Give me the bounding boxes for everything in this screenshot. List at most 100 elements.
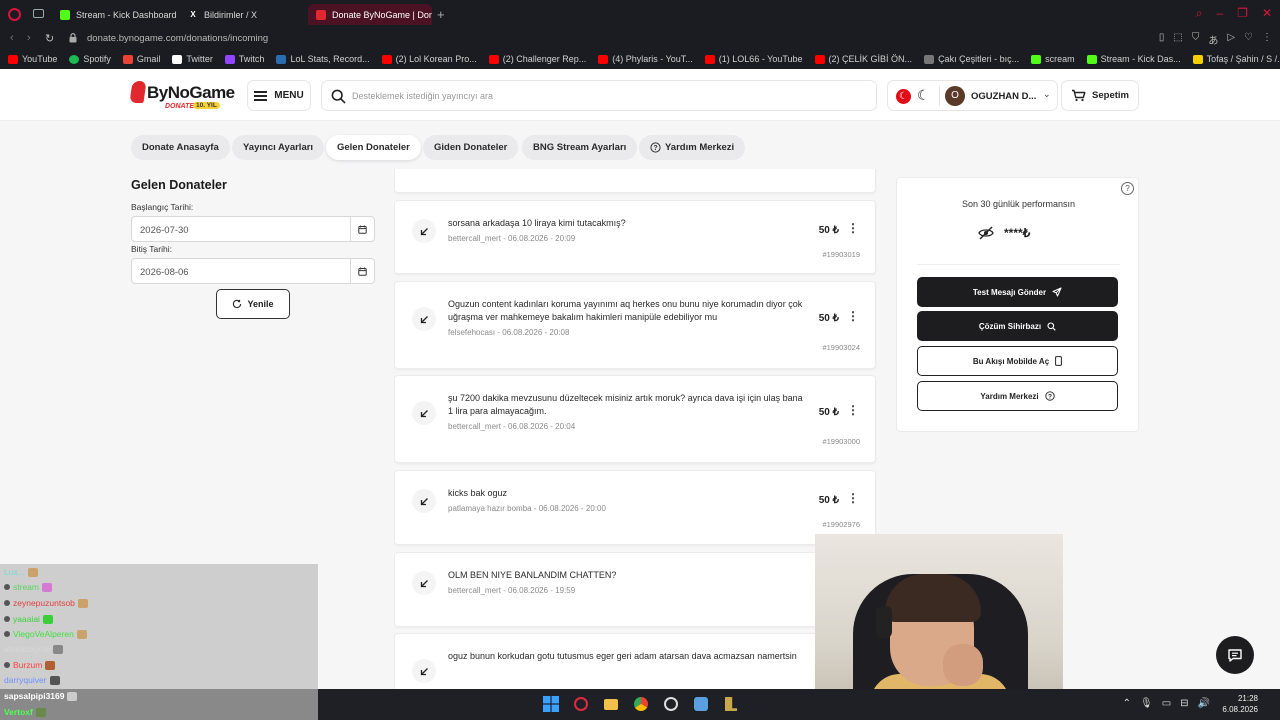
windows-start-icon[interactable] <box>541 694 561 714</box>
send-test-message-button[interactable]: Test Mesajı Gönder <box>917 277 1118 307</box>
display-icon[interactable]: ▭ <box>1162 698 1171 709</box>
reload-icon[interactable]: ↻ <box>45 32 54 45</box>
bookmark-item[interactable]: LoL Stats, Record... <box>276 54 370 64</box>
opera-icon[interactable] <box>8 8 21 21</box>
avatar[interactable]: O <box>945 86 965 106</box>
question-icon[interactable]: ? <box>1121 182 1134 195</box>
bookmark-item[interactable]: (2) Lol Korean Pro... <box>381 54 477 64</box>
chevron-down-icon[interactable]: ⌄ <box>1043 89 1051 100</box>
donation-card <box>394 169 876 193</box>
close-icon[interactable]: ✕ <box>1262 6 1272 21</box>
bookmark-item[interactable]: Twitch <box>224 54 264 64</box>
maximize-icon[interactable]: ❐ <box>1237 6 1248 21</box>
chat-line: darryquiver <box>4 675 60 685</box>
bookmark-item[interactable]: (2) Challenger Rep... <box>488 54 586 64</box>
screenshot-icon[interactable]: ⬚ <box>1173 32 1182 47</box>
bookmark-item[interactable]: Spotify <box>69 54 111 64</box>
tab-bng-stream-settings[interactable]: BNG Stream Ayarları <box>522 135 638 160</box>
youtube-icon <box>8 54 18 64</box>
bookmark-item[interactable]: (4) Phylaris - YouT... <box>598 54 693 64</box>
tab-incoming-donations[interactable]: Gelen Donateler <box>326 135 421 160</box>
calendar-icon[interactable] <box>350 259 374 283</box>
translate-icon[interactable]: あ <box>1208 32 1218 47</box>
minimize-icon[interactable]: – <box>1216 6 1223 21</box>
chevron-up-icon[interactable]: ⌃ <box>1123 698 1131 709</box>
more-options-icon[interactable]: ⋮ <box>847 310 859 322</box>
donation-card: şu 7200 dakika mevzusunu düzeltecek misi… <box>394 375 876 463</box>
username[interactable]: OGUZHAN D... <box>971 91 1036 102</box>
tab-donate-home[interactable]: Donate Anasayfa <box>131 135 230 160</box>
tab-outgoing-donations[interactable]: Giden Donateler <box>423 135 519 160</box>
bookmark-item[interactable]: YouTube <box>8 54 57 64</box>
start-date-value: 2026-07-30 <box>140 225 189 236</box>
refresh-button[interactable]: Yenile <box>216 289 290 319</box>
donation-datetime: 06.08.2026 - 20:09 <box>508 234 576 243</box>
workspaces-icon[interactable] <box>33 9 44 18</box>
forward-icon[interactable]: › <box>27 32 31 44</box>
clock-date: 6.08.2026 <box>1222 705 1258 714</box>
back-icon[interactable]: ‹ <box>10 32 14 44</box>
incoming-arrow-icon <box>412 659 436 683</box>
open-on-mobile-button[interactable]: Bu Akışı Mobilde Aç <box>917 346 1118 376</box>
chat-username: sapsalpipi3169 <box>4 691 65 701</box>
league-of-legends-icon[interactable] <box>721 694 741 714</box>
volume-icon[interactable]: 🔊 <box>1198 698 1210 709</box>
chrome-icon[interactable] <box>631 694 651 714</box>
taskbar-apps <box>541 694 741 714</box>
chat-line: starrkcoyote <box>4 644 64 654</box>
donation-amount: 50 ₺ <box>818 495 839 506</box>
window-controls: ⌕ – ❐ ✕ <box>1196 6 1272 21</box>
cart-button[interactable]: Sepetim <box>1061 80 1139 111</box>
chat-line: stream <box>4 582 52 592</box>
solution-wizard-button[interactable]: Çözüm Sihirbazı <box>917 311 1118 341</box>
emote-icon <box>27 567 38 577</box>
search-tabs-icon[interactable]: ⌕ <box>1196 6 1203 21</box>
page-title: Gelen Donateler <box>131 178 227 192</box>
microphone-icon[interactable]: 🎙 <box>1140 698 1153 709</box>
browser-tab-bynogame[interactable]: Donate ByNoGame | Donat <box>308 4 432 25</box>
tab-help-center[interactable]: ? Yardım Merkezi <box>639 135 746 160</box>
start-date-field[interactable]: 2026-07-30 <box>131 216 375 242</box>
dark-mode-icon[interactable]: ☾ <box>917 87 930 104</box>
more-icon[interactable]: ⋮ <box>1262 32 1272 47</box>
donation-sender: bettercall_mert <box>448 586 501 595</box>
bookmark-item[interactable]: (1) LOL66 - YouTube <box>704 54 803 64</box>
bookmark-item[interactable]: Twitter <box>172 54 213 64</box>
svg-text:?: ? <box>653 145 657 152</box>
turkey-flag-icon[interactable] <box>896 89 911 104</box>
bookmark-icon[interactable]: ▯ <box>1159 32 1165 47</box>
bookmark-item[interactable]: Çakı Çeşitleri - bıç... <box>924 54 1019 64</box>
riot-client-icon[interactable] <box>691 694 711 714</box>
bookmark-item[interactable]: Tofaş / Şahin / S /... <box>1192 54 1280 64</box>
help-center-button[interactable]: Yardım Merkezi ? <box>917 381 1118 411</box>
taskbar-clock[interactable]: 21:28 6.08.2026 <box>1222 693 1258 715</box>
search-input[interactable] <box>352 87 862 105</box>
bynogame-logo[interactable]: ByNoGame DONATE 10. YIL <box>129 81 235 111</box>
more-options-icon[interactable]: ⋮ <box>847 222 859 234</box>
bookmark-item[interactable]: Stream - Kick Das... <box>1086 54 1181 64</box>
new-tab-icon[interactable]: + <box>437 7 445 22</box>
url-text[interactable]: donate.bynogame.com/donations/incoming <box>87 33 268 44</box>
shield-icon[interactable]: ⛉ <box>1192 32 1200 47</box>
youtube-icon <box>704 54 715 64</box>
user-menu[interactable]: ☾ O OGUZHAN D... ⌄ <box>887 80 1058 111</box>
browser-tab-kick[interactable]: Stream - Kick Dashboard <box>52 4 176 25</box>
tab-streamer-settings[interactable]: Yayıncı Ayarları <box>232 135 325 160</box>
more-options-icon[interactable]: ⋮ <box>847 404 859 416</box>
menu-button[interactable]: MENU <box>247 80 311 111</box>
opera-gx-icon[interactable] <box>571 694 591 714</box>
live-chat-button[interactable] <box>1216 636 1254 674</box>
end-date-field[interactable]: 2026-08-06 <box>131 258 375 284</box>
calendar-icon[interactable] <box>350 217 374 241</box>
eye-off-icon[interactable] <box>978 226 994 240</box>
bookmark-item[interactable]: (2) ÇELİK GİBİ ÖN... <box>814 54 912 64</box>
play-icon[interactable]: ▷ <box>1227 32 1235 47</box>
file-explorer-icon[interactable] <box>601 694 621 714</box>
more-options-icon[interactable]: ⋮ <box>847 492 859 504</box>
browser-tab-x[interactable]: X Bildirimler / X <box>180 4 304 25</box>
obs-icon[interactable] <box>661 694 681 714</box>
bookmark-item[interactable]: scream <box>1031 54 1075 64</box>
bookmark-item[interactable]: Gmail <box>122 54 160 64</box>
network-icon[interactable]: ⊟ <box>1180 698 1188 709</box>
heart-icon[interactable]: ♡ <box>1244 32 1253 47</box>
